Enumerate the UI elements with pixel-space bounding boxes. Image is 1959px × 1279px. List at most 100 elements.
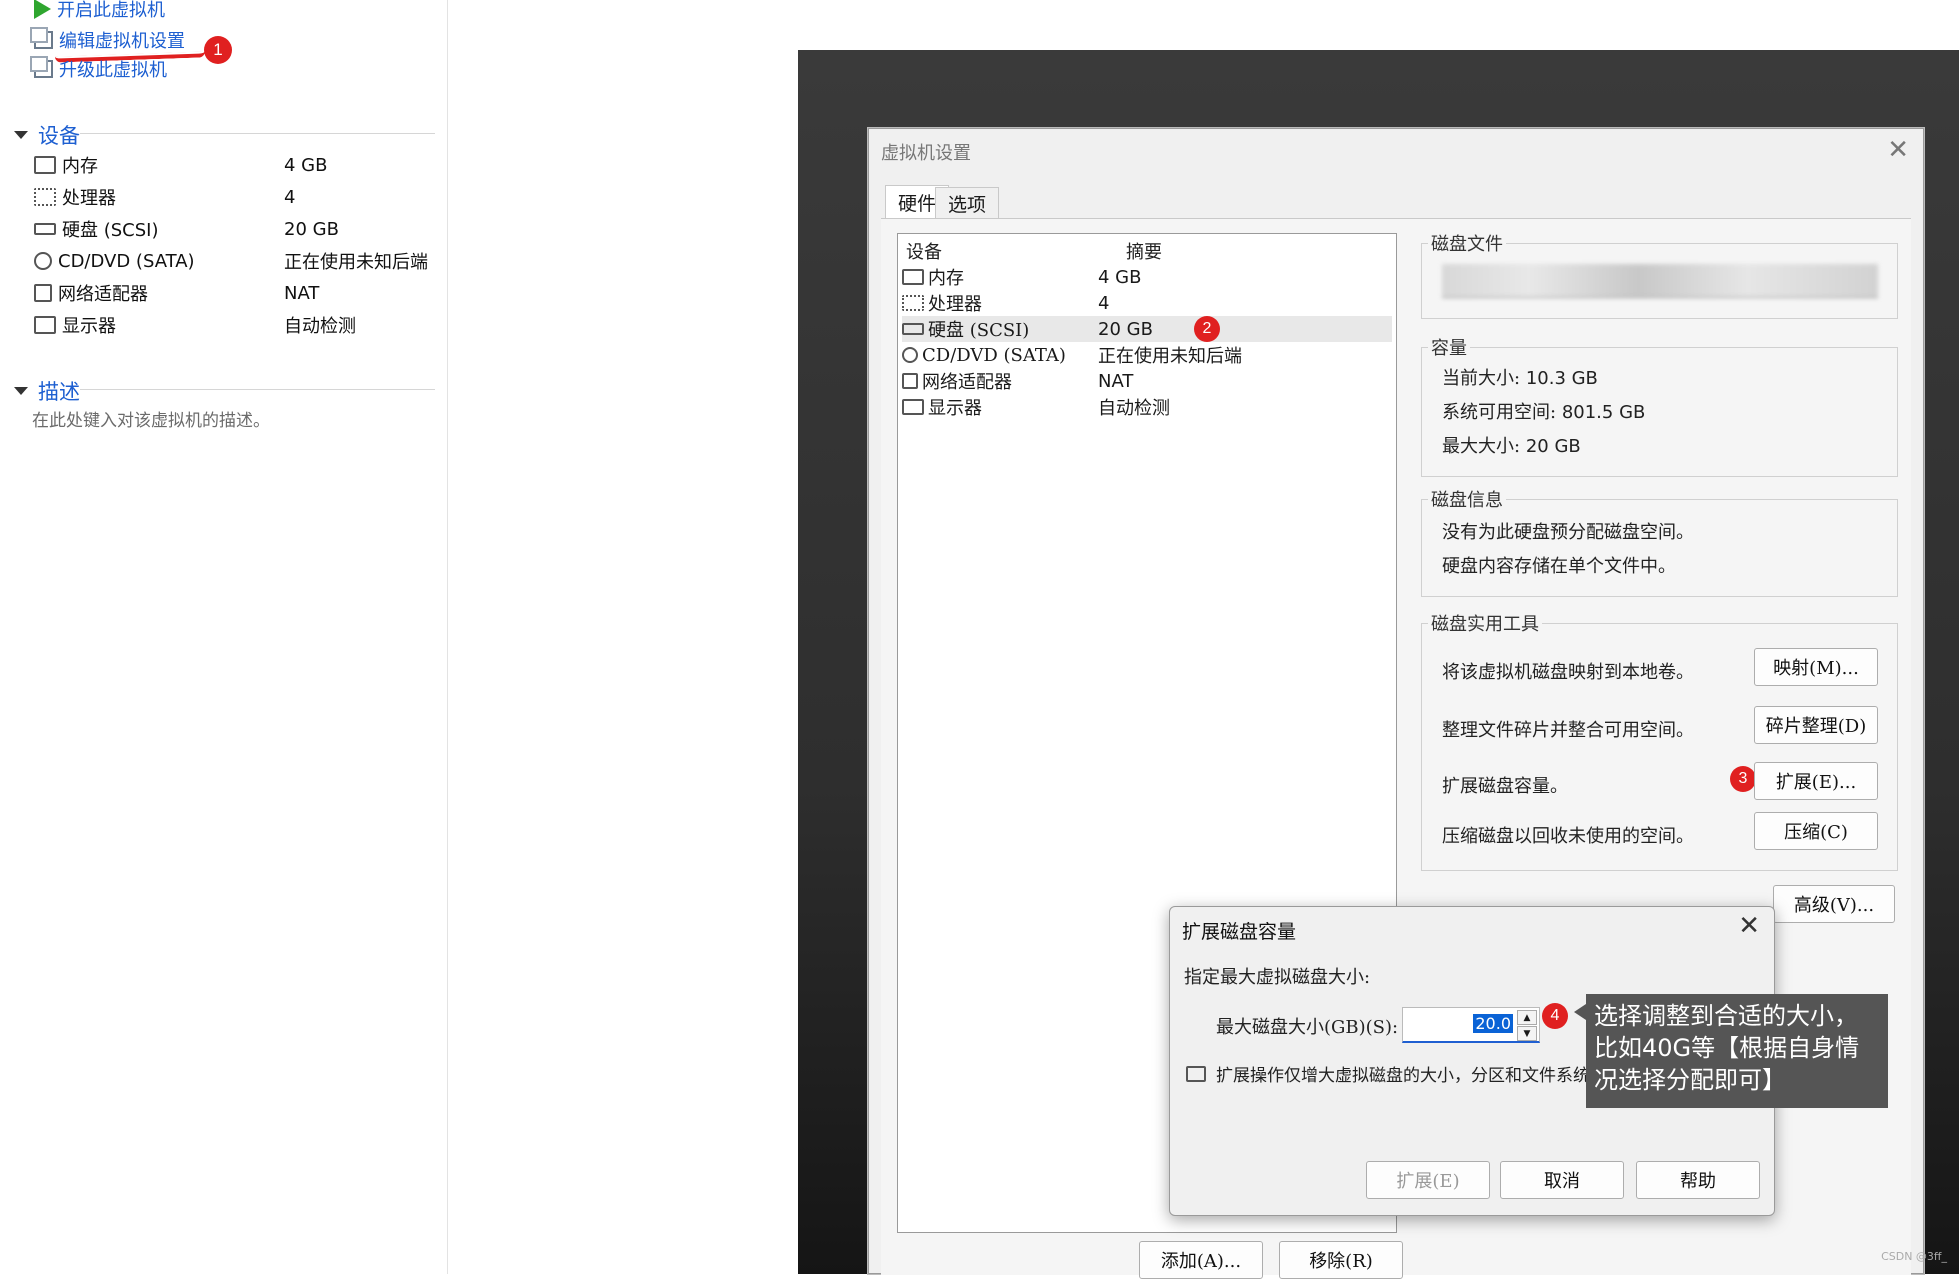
group-label: 容量 — [1428, 334, 1470, 360]
list-item-display[interactable]: 显示器 自动检测 — [902, 394, 1392, 420]
device-name: 内存 — [928, 268, 964, 289]
device-value: 自动检测 — [284, 316, 356, 337]
display-icon — [902, 399, 924, 415]
device-row-display[interactable]: 显示器 自动检测 — [34, 310, 444, 340]
description-input[interactable]: 在此处键入对该虚拟机的描述。 — [32, 406, 270, 431]
device-value: NAT — [284, 282, 320, 304]
action-label: 开启此虚拟机 — [57, 0, 165, 21]
list-item-cpu[interactable]: 处理器 4 — [902, 290, 1392, 316]
device-row-network[interactable]: 网络适配器 NAT — [34, 278, 444, 308]
field-label: 当前大小: — [1442, 368, 1521, 389]
device-name: 网络适配器 — [58, 284, 148, 305]
section-title: 描述 — [38, 380, 80, 404]
description-section-toggle[interactable]: 描述 — [14, 376, 80, 406]
close-icon[interactable]: ✕ — [1738, 911, 1760, 941]
annotation-badge-2: 2 — [1194, 316, 1220, 342]
device-summary: 自动检测 — [1098, 398, 1170, 419]
max-size-label: 最大磁盘大小(GB)(S): — [1216, 1017, 1399, 1038]
field-value: 801.5 GB — [1561, 402, 1646, 423]
network-adapter-icon — [34, 284, 52, 302]
play-icon — [34, 0, 51, 19]
tab-options[interactable]: 选项 — [935, 187, 1000, 219]
device-row-cpu[interactable]: 处理器 4 — [34, 182, 444, 212]
device-value: 正在使用未知后端 — [284, 252, 428, 273]
device-summary: 20 GB — [1098, 318, 1153, 340]
collapse-arrow-icon — [14, 131, 28, 139]
collapse-arrow-icon — [14, 387, 28, 395]
cd-dvd-icon — [34, 252, 52, 270]
device-name: 显示器 — [62, 316, 116, 337]
annotation-tooltip: 选择调整到合适的大小，比如40G等【根据自身情况选择分配即可】 — [1574, 994, 1888, 1108]
device-name: CD/DVD (SATA) — [922, 344, 1066, 366]
device-name: CD/DVD (SATA) — [58, 250, 195, 272]
close-icon[interactable]: ✕ — [1887, 135, 1909, 165]
cpu-icon — [34, 188, 56, 206]
hard-disk-icon — [34, 223, 56, 235]
annotation-badge-3: 3 — [1730, 766, 1756, 792]
device-name: 处理器 — [62, 188, 116, 209]
devices-section-toggle[interactable]: 设备 — [14, 120, 80, 150]
upgrade-icon — [30, 56, 53, 78]
column-header-summary[interactable]: 摘要 — [1126, 238, 1162, 264]
increment-arrow-icon[interactable]: ▲ — [1517, 1010, 1537, 1025]
device-summary: 4 — [1098, 292, 1110, 314]
expand-button[interactable]: 扩展(E)... — [1754, 762, 1878, 800]
expand-description: 扩展磁盘容量。 — [1442, 776, 1568, 797]
capacity-group: 容量 当前大小: 10.3 GB 系统可用空间: 801.5 GB 最大大小: … — [1421, 334, 1898, 477]
dialog-title: 虚拟机设置 — [881, 143, 971, 164]
device-row-cd-dvd[interactable]: CD/DVD (SATA) 正在使用未知后端 — [34, 246, 444, 276]
remove-device-button[interactable]: 移除(R) — [1279, 1241, 1403, 1279]
decrement-arrow-icon[interactable]: ▼ — [1517, 1026, 1537, 1041]
watermark: CSDN @3ff_ — [1881, 1250, 1947, 1263]
column-header-device[interactable]: 设备 — [906, 238, 942, 264]
list-item-hard-disk[interactable]: 硬盘 (SCSI) 20 GB — [902, 316, 1392, 342]
cd-dvd-icon — [902, 347, 918, 363]
action-label: 编辑虚拟机设置 — [59, 31, 185, 52]
network-adapter-icon — [902, 373, 918, 389]
compact-button[interactable]: 压缩(C) — [1754, 812, 1878, 850]
device-value: 4 GB — [284, 154, 328, 176]
dialog-heading: 指定最大虚拟磁盘大小: — [1184, 967, 1371, 988]
list-item-cd-dvd[interactable]: CD/DVD (SATA) 正在使用未知后端 — [902, 342, 1392, 368]
map-button[interactable]: 映射(M)... — [1754, 648, 1878, 686]
group-label: 磁盘信息 — [1428, 486, 1506, 512]
defrag-button[interactable]: 碎片整理(D) — [1754, 706, 1878, 744]
system-free-space: 系统可用空间: 801.5 GB — [1442, 398, 1645, 424]
device-row-memory[interactable]: 内存 4 GB — [34, 150, 444, 180]
device-name: 内存 — [62, 156, 98, 177]
compact-description: 压缩磁盘以回收未使用的空间。 — [1442, 826, 1694, 847]
edit-vm-settings-link[interactable]: 编辑虚拟机设置 — [30, 26, 185, 54]
power-on-vm-link[interactable]: 开启此虚拟机 — [34, 0, 165, 23]
max-size-value[interactable]: 20.0 — [1473, 1014, 1513, 1033]
field-value: 20 GB — [1525, 436, 1581, 457]
upgrade-vm-link[interactable]: 升级此虚拟机 — [30, 55, 167, 83]
memory-icon — [902, 269, 924, 285]
disk-info-line: 没有为此硬盘预分配磁盘空间。 — [1442, 522, 1694, 543]
list-item-network[interactable]: 网络适配器 NAT — [902, 368, 1392, 394]
display-icon — [34, 316, 56, 334]
max-size-spinbox[interactable]: 20.0 ▲ ▼ — [1402, 1007, 1540, 1043]
disk-file-path-field[interactable] — [1442, 264, 1878, 298]
dialog-title: 扩展磁盘容量 — [1182, 921, 1297, 943]
disk-info-line: 硬盘内容存储在单个文件中。 — [1442, 556, 1676, 577]
edit-settings-icon — [30, 27, 53, 49]
device-name: 显示器 — [928, 398, 982, 419]
maximum-size: 最大大小: 20 GB — [1442, 432, 1581, 458]
confirm-expand-button[interactable]: 扩展(E) — [1366, 1161, 1490, 1199]
group-label: 磁盘实用工具 — [1428, 610, 1542, 636]
device-row-hard-disk[interactable]: 硬盘 (SCSI) 20 GB — [34, 214, 444, 244]
cancel-button[interactable]: 取消 — [1500, 1161, 1624, 1199]
device-name: 硬盘 (SCSI) — [928, 320, 1030, 341]
device-name: 网络适配器 — [922, 372, 1012, 393]
list-item-memory[interactable]: 内存 4 GB — [902, 264, 1392, 290]
device-summary: 正在使用未知后端 — [1098, 346, 1242, 367]
advanced-button[interactable]: 高级(V)... — [1773, 885, 1895, 923]
field-label: 系统可用空间: — [1442, 402, 1557, 423]
disk-info-group: 磁盘信息 没有为此硬盘预分配磁盘空间。 硬盘内容存储在单个文件中。 — [1421, 486, 1898, 597]
add-device-button[interactable]: 添加(A)... — [1139, 1241, 1263, 1279]
annotation-badge-1: 1 — [204, 36, 232, 64]
disk-utilities-group: 磁盘实用工具 将该虚拟机磁盘映射到本地卷。 映射(M)... 整理文件碎片并整合… — [1421, 610, 1898, 871]
help-button[interactable]: 帮助 — [1636, 1161, 1760, 1199]
vm-summary-panel: 开启此虚拟机 编辑虚拟机设置 1 升级此虚拟机 设备 内存 4 GB 处理器 4… — [0, 0, 448, 1274]
hard-disk-icon — [902, 323, 924, 335]
